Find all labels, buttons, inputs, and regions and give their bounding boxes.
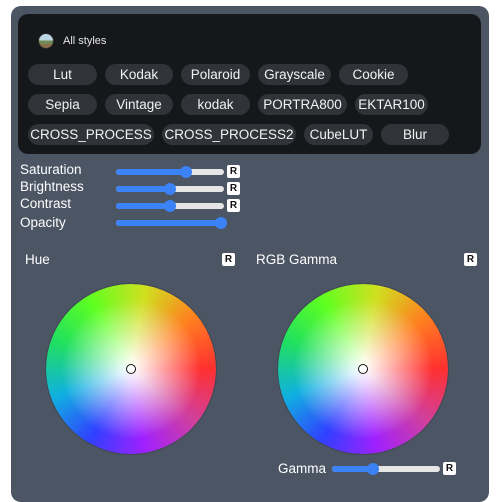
saturation-reset-button[interactable]: R: [227, 165, 240, 178]
gamma-label: Gamma: [278, 461, 327, 476]
brightness-reset-button[interactable]: R: [227, 182, 240, 195]
saturation-label: Saturation: [20, 162, 82, 177]
gamma-track: [332, 466, 440, 472]
hue-color-wheel[interactable]: [46, 284, 216, 454]
style-chip-grayscale[interactable]: Grayscale: [258, 64, 331, 85]
gamma-thumb[interactable]: [367, 463, 380, 475]
styles-title: All styles: [63, 35, 107, 47]
rgb-gamma-title: RGB Gamma: [256, 252, 338, 267]
rgb-gamma-color-wheel[interactable]: [278, 284, 448, 454]
contrast-reset-button[interactable]: R: [227, 199, 240, 212]
contrast-slider[interactable]: [116, 198, 224, 214]
style-chip-cookie[interactable]: Cookie: [339, 64, 408, 85]
saturation-thumb[interactable]: [180, 166, 193, 178]
style-chip-kodak-lower[interactable]: kodak: [181, 94, 250, 115]
brightness-label: Brightness: [20, 179, 84, 194]
styles-header: All styles: [38, 33, 106, 49]
brightness-slider[interactable]: [116, 181, 224, 197]
contrast-label: Contrast: [20, 196, 72, 211]
style-chip-ektar100[interactable]: EKTAR100: [355, 94, 428, 115]
hue-title: Hue: [25, 252, 50, 267]
saturation-fill: [116, 169, 187, 175]
style-chip-sepia[interactable]: Sepia: [28, 94, 97, 115]
hue-reset-button[interactable]: R: [222, 253, 235, 266]
style-chip-kodak[interactable]: Kodak: [105, 64, 173, 85]
style-chip-vintage[interactable]: Vintage: [105, 94, 173, 115]
style-chip-blur[interactable]: Blur: [381, 124, 449, 145]
saturation-track: [116, 169, 224, 175]
opacity-slider[interactable]: [116, 215, 227, 231]
landscape-thumbnail-icon: [38, 33, 54, 49]
brightness-fill: [116, 186, 170, 192]
style-chip-portra800[interactable]: PORTRA800: [258, 94, 347, 115]
opacity-fill: [116, 220, 221, 226]
contrast-fill: [116, 203, 170, 209]
hue-wheel-handle[interactable]: [126, 364, 136, 374]
opacity-label: Opacity: [20, 215, 66, 230]
saturation-slider[interactable]: [116, 164, 224, 180]
gamma-reset-button[interactable]: R: [443, 462, 456, 475]
opacity-thumb[interactable]: [214, 217, 227, 229]
style-chip-polaroid[interactable]: Polaroid: [181, 64, 250, 85]
rgb-gamma-wheel-handle[interactable]: [358, 364, 368, 374]
gamma-slider[interactable]: [332, 461, 440, 477]
style-chip-lut[interactable]: Lut: [28, 64, 97, 85]
rgb-gamma-reset-button[interactable]: R: [464, 253, 477, 266]
contrast-thumb[interactable]: [164, 200, 176, 212]
opacity-track: [116, 220, 224, 226]
style-chip-cross-process[interactable]: CROSS_PROCESS: [28, 124, 154, 145]
style-chip-cubelut[interactable]: CubeLUT: [304, 124, 373, 145]
brightness-thumb[interactable]: [164, 183, 176, 195]
style-chip-cross-process2[interactable]: CROSS_PROCESS2: [162, 124, 296, 145]
